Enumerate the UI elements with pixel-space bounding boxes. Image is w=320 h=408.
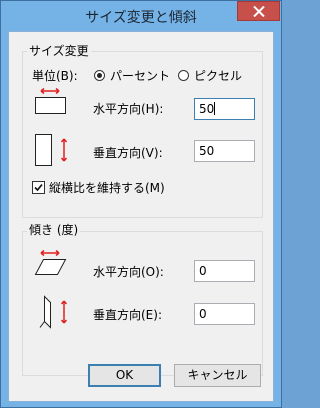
horizontal-resize-icon [35, 87, 66, 114]
ok-button[interactable]: OK [88, 364, 161, 387]
radio-pixel[interactable] [178, 70, 189, 81]
vertical-skew-icon [39, 295, 68, 329]
resize-horizontal-label: 水平方向(H): [93, 102, 164, 116]
skew-vertical-label: 垂直方向(E): [93, 308, 162, 322]
text-caret [214, 102, 216, 115]
skew-vertical-value: 0 [199, 307, 207, 321]
skew-vertical-input[interactable]: 0 [194, 303, 255, 325]
skew-horizontal-value: 0 [199, 264, 207, 278]
resize-legend: サイズ変更 [27, 44, 91, 58]
title-bar[interactable]: サイズ変更と傾斜 [1, 1, 281, 31]
horizontal-skew-icon [34, 249, 67, 275]
skew-horizontal-label: 水平方向(O): [93, 265, 164, 279]
vertical-resize-icon [35, 134, 68, 166]
unit-label: 単位(B): [32, 69, 78, 83]
radio-percent[interactable] [94, 70, 105, 81]
checkmark-icon [34, 183, 43, 192]
resize-vertical-label: 垂直方向(V): [93, 146, 163, 160]
close-button[interactable] [237, 1, 280, 21]
dialog-body: サイズ変更 単位(B): パーセント ピクセル 水平方向(H): 50 垂直方向… [8, 31, 274, 402]
resize-horizontal-value: 50 [199, 102, 215, 116]
keep-ratio-checkbox[interactable] [32, 181, 45, 194]
unit-option-percent-label: パーセント [110, 69, 171, 83]
resize-vertical-value: 50 [199, 144, 215, 158]
resize-horizontal-input[interactable]: 50 [194, 98, 255, 120]
dialog-window: サイズ変更と傾斜 サイズ変更 単位(B): パーセント ピクセル 水平方向(H)… [0, 0, 282, 408]
keep-ratio-label: 縦横比を維持する(M) [49, 181, 165, 195]
resize-vertical-input[interactable]: 50 [194, 140, 255, 162]
skew-legend: 傾き (度) [27, 223, 81, 237]
skew-horizontal-input[interactable]: 0 [194, 260, 255, 282]
unit-option-pixel-label: ピクセル [194, 69, 243, 83]
close-icon [253, 6, 265, 17]
cancel-button[interactable]: キャンセル [174, 364, 261, 387]
